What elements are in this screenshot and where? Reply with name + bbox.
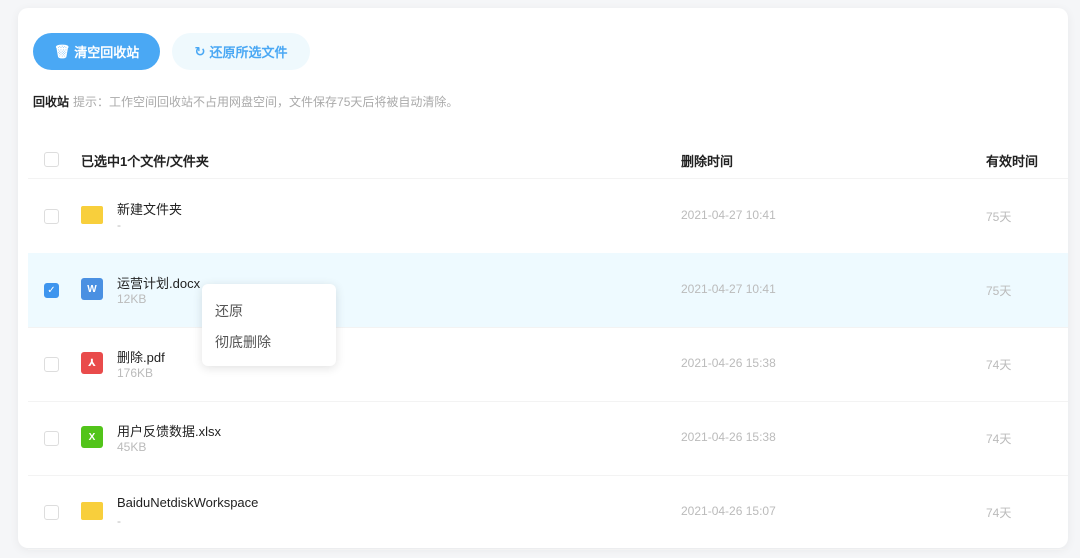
restore-selected-button[interactable]: ↻ 还原所选文件 [172, 33, 310, 70]
menu-item-delete-permanently[interactable]: 彻底删除 [215, 332, 271, 352]
context-menu: 还原 彻底删除 [202, 284, 336, 366]
delete-time: 2021-04-26 15:38 [681, 356, 776, 370]
file-name[interactable]: 用户反馈数据.xlsx [117, 421, 221, 440]
menu-item-restore[interactable]: 还原 [215, 301, 243, 321]
row-checkbox[interactable]: ✓ [44, 283, 59, 298]
folder-icon [81, 502, 103, 520]
row-checkbox[interactable] [44, 431, 59, 446]
excel-icon: X [81, 426, 103, 448]
valid-time: 74天 [986, 432, 1012, 446]
delete-time: 2021-04-26 15:38 [681, 430, 776, 444]
file-name[interactable]: 删除.pdf [117, 347, 165, 366]
header-name: 已选中1个文件/文件夹 [81, 154, 209, 169]
table-header: 已选中1个文件/文件夹 删除时间 有效时间 [28, 122, 1068, 179]
row-checkbox[interactable] [44, 357, 59, 372]
table-row[interactable]: BaiduNetdiskWorkspace - 2021-04-26 15:07… [28, 475, 1068, 550]
hint-line: 回收站 提示：工作空间回收站不占用网盘空间，文件保存75天后将被自动清除。 [33, 93, 458, 110]
file-name[interactable]: 新建文件夹 [117, 199, 182, 218]
table-row[interactable]: ✓ W 运营计划.docx 12KB 2021-04-27 10:41 75天 [28, 253, 1068, 328]
delete-time: 2021-04-27 10:41 [681, 208, 776, 222]
trash-icon: 🗑 [53, 43, 71, 59]
valid-time: 74天 [986, 506, 1012, 520]
valid-time: 74天 [986, 358, 1012, 372]
delete-time: 2021-04-27 10:41 [681, 282, 776, 296]
header-valid-time: 有效时间 [986, 154, 1039, 169]
table-row[interactable]: ⅄ 删除.pdf 176KB 2021-04-26 15:38 74天 [28, 327, 1068, 402]
header-delete-time: 删除时间 [681, 154, 734, 169]
file-size: - [117, 514, 121, 528]
valid-time: 75天 [986, 210, 1012, 224]
table-row[interactable]: 新建文件夹 - 2021-04-27 10:41 75天 [28, 179, 1068, 254]
pdf-icon: ⅄ [81, 352, 103, 374]
folder-icon [81, 206, 103, 224]
valid-time: 75天 [986, 284, 1012, 298]
file-name[interactable]: BaiduNetdiskWorkspace [117, 495, 258, 510]
row-checkbox[interactable] [44, 209, 59, 224]
row-checkbox[interactable] [44, 505, 59, 520]
file-size: 176KB [117, 366, 154, 380]
hint-text: 提示：工作空间回收站不占用网盘空间，文件保存75天后将被自动清除。 [73, 95, 459, 109]
delete-time: 2021-04-26 15:07 [681, 504, 776, 518]
hint-title: 回收站 [33, 95, 70, 109]
restore-icon: ↻ [194, 43, 206, 59]
table-row[interactable]: X 用户反馈数据.xlsx 45KB 2021-04-26 15:38 74天 [28, 401, 1068, 476]
select-all-checkbox[interactable] [44, 152, 59, 167]
file-name[interactable]: 运营计划.docx [117, 273, 200, 292]
clear-recycle-bin-button[interactable]: 🗑 清空回收站 [33, 33, 160, 70]
file-size: 45KB [117, 440, 147, 454]
file-size: 12KB [117, 292, 147, 306]
word-icon: W [81, 278, 103, 300]
file-size: - [117, 218, 121, 232]
